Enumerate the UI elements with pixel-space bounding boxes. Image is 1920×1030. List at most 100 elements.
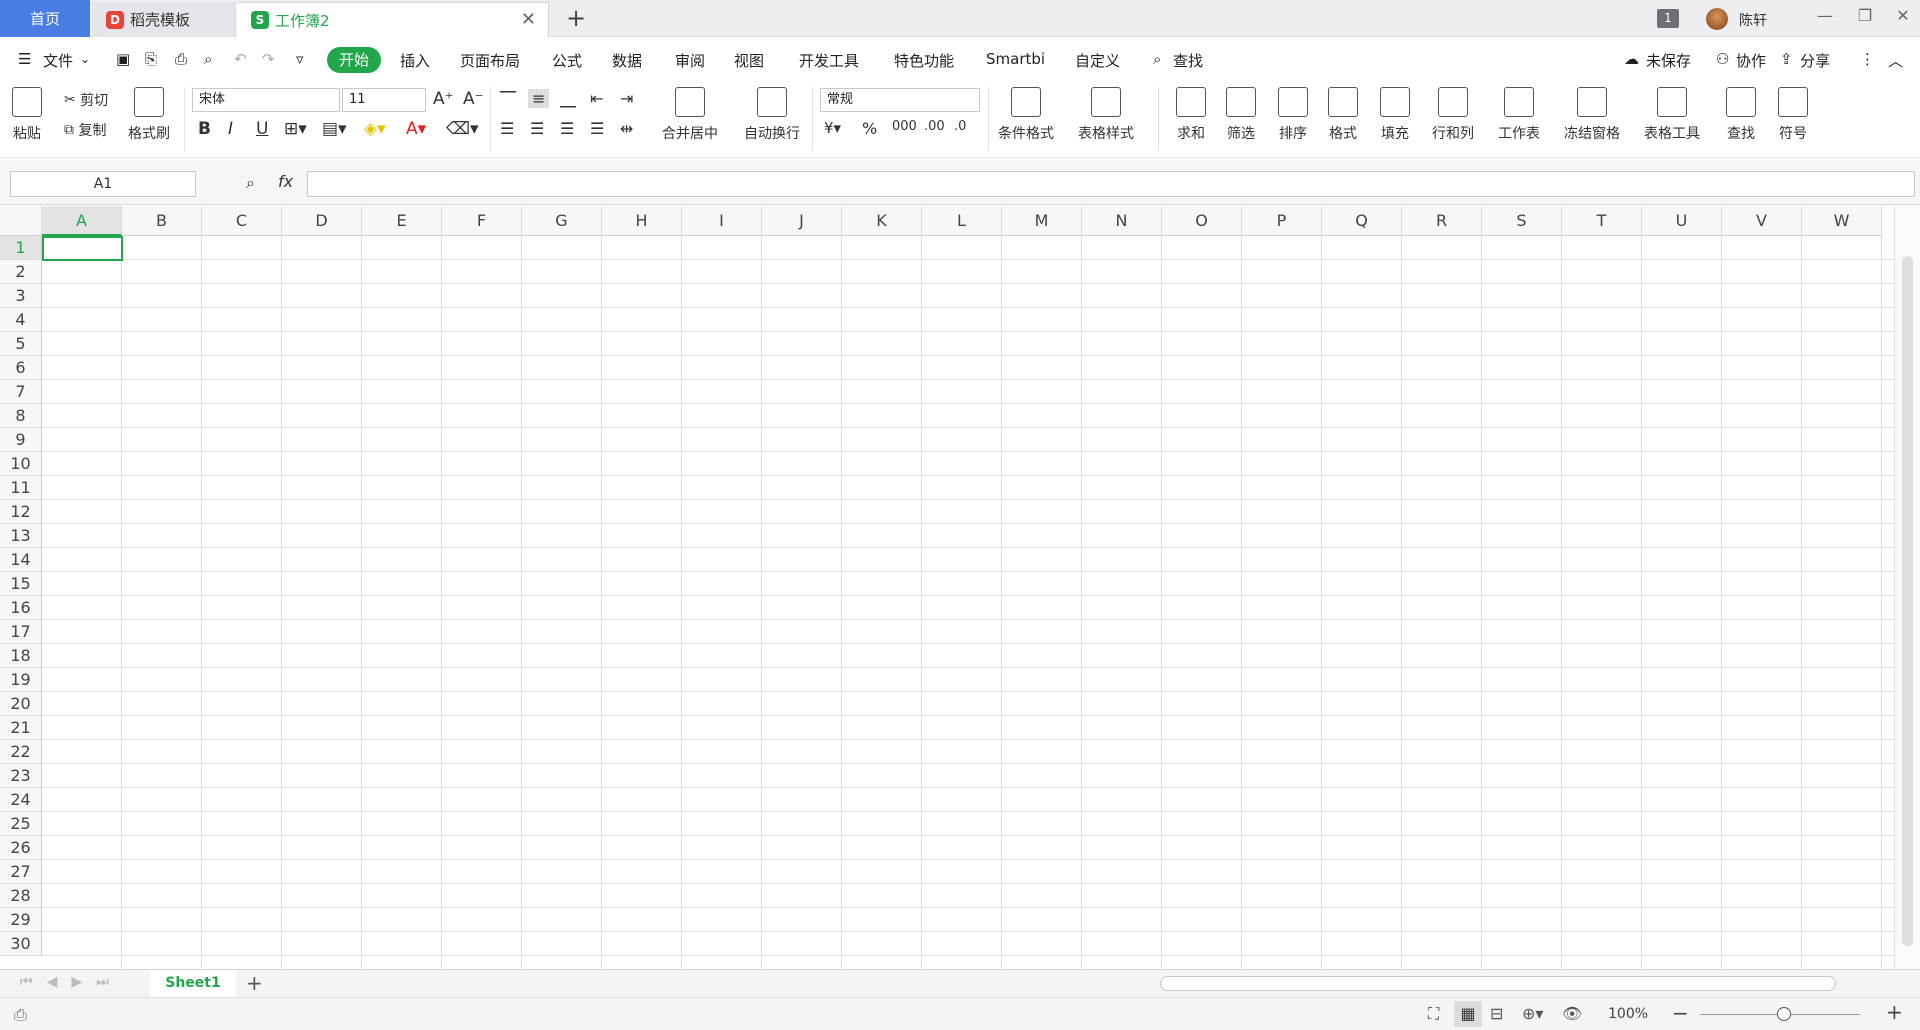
align-left-icon[interactable]: ☰ [500,119,514,138]
new-tab-icon[interactable]: + [566,4,586,32]
copy-button[interactable]: ⧉ 复制 [64,120,106,140]
column-header-u[interactable]: U [1642,206,1722,236]
column-header-b[interactable]: B [122,206,202,236]
zoom-in-icon[interactable]: + [1886,1000,1903,1024]
avatar[interactable] [1706,8,1728,30]
column-header-w[interactable]: W [1802,206,1882,236]
row-col-button[interactable]: 行和列 [1432,87,1474,143]
spreadsheet-grid[interactable]: ABCDEFGHIJKLMNOPQRSTUVW 1 2 3 4 5 6 7 8 9 10 11 12 1… [0,206,1920,969]
vertical-scrollbar[interactable] [1894,206,1920,969]
macro-icon[interactable]: ⎙ [14,1005,27,1025]
row-header-17[interactable]: 17 [0,620,42,644]
column-header-f[interactable]: F [442,206,522,236]
align-top-icon[interactable]: ⎺ [500,89,516,109]
fill-pattern-icon[interactable]: ▤▾ [322,119,347,139]
close-tab-icon[interactable]: ✕ [521,9,536,30]
tab-data[interactable]: 数据 [612,50,642,71]
font-size-select[interactable]: 11 [342,88,426,112]
align-center-icon[interactable]: ☰ [530,119,544,138]
zoom-thumb[interactable] [1777,1007,1791,1021]
row-header-20[interactable]: 20 [0,692,42,716]
tab-page-layout[interactable]: 页面布局 [460,50,520,71]
row-header-16[interactable]: 16 [0,596,42,620]
worksheet-button[interactable]: 工作表 [1498,87,1540,143]
page-layout-icon[interactable]: ⊕▾ [1522,1004,1543,1023]
tab-smartbi[interactable]: Smartbi [986,50,1045,68]
table-style-button[interactable]: 表格样式 [1078,87,1134,143]
row-header-21[interactable]: 21 [0,716,42,740]
merge-center-button[interactable]: 合并居中 [662,87,718,143]
share-button[interactable]: 分享 [1800,50,1830,71]
tab-review[interactable]: 审阅 [675,50,705,71]
fill-color-icon[interactable]: ◈▾ [364,119,386,139]
search-label[interactable]: 查找 [1173,50,1203,71]
zoom-formula-icon[interactable]: ⌕ [246,173,255,193]
find-button[interactable]: 查找 [1726,87,1756,143]
fill-button[interactable]: 填充 [1380,87,1410,143]
row-header-28[interactable]: 28 [0,884,42,908]
active-cell[interactable] [42,236,123,261]
column-header-d[interactable]: D [282,206,362,236]
column-header-o[interactable]: O [1162,206,1242,236]
tab-view[interactable]: 视图 [734,50,764,71]
column-header-e[interactable]: E [362,206,442,236]
distribute-icon[interactable]: ⇹ [620,119,633,138]
tab-formula[interactable]: 公式 [552,50,582,71]
paste-button[interactable]: 粘贴 [12,87,42,143]
column-header-m[interactable]: M [1002,206,1082,236]
column-header-t[interactable]: T [1562,206,1642,236]
redo-icon[interactable]: ↷ [262,50,275,68]
column-header-n[interactable]: N [1082,206,1162,236]
row-header-12[interactable]: 12 [0,500,42,524]
align-right-icon[interactable]: ☰ [560,119,574,138]
menu-icon[interactable]: ☰ [18,50,31,68]
cell-area[interactable] [42,236,1894,969]
tab-custom[interactable]: 自定义 [1075,50,1120,71]
unsaved-status[interactable]: 未保存 [1646,50,1691,71]
row-header-29[interactable]: 29 [0,908,42,932]
bold-icon[interactable]: B [198,119,211,139]
row-header-22[interactable]: 22 [0,740,42,764]
cut-button[interactable]: ✂ 剪切 [64,90,108,110]
scroll-thumb[interactable] [1902,256,1913,946]
row-header-10[interactable]: 10 [0,452,42,476]
row-header-27[interactable]: 27 [0,860,42,884]
row-header-23[interactable]: 23 [0,764,42,788]
eye-protection-icon[interactable]: 👁 [1562,1004,1582,1023]
row-header-6[interactable]: 6 [0,356,42,380]
freeze-panes-button[interactable]: 冻结窗格 [1564,87,1620,143]
restore-icon[interactable]: ❐ [1850,6,1880,25]
font-color-icon[interactable]: A▾ [406,119,426,139]
column-header-v[interactable]: V [1722,206,1802,236]
print-icon[interactable]: ⎙ [175,50,187,68]
row-header-3[interactable]: 3 [0,284,42,308]
export-icon[interactable]: ⎘ [145,50,157,68]
row-header-24[interactable]: 24 [0,788,42,812]
justify-icon[interactable]: ☰ [590,119,604,138]
row-header-18[interactable]: 18 [0,644,42,668]
template-tab[interactable]: D 稻壳模板 [92,2,235,37]
more-icon[interactable]: ⋮ [1860,50,1875,68]
symbol-button[interactable]: 符号 [1778,87,1808,143]
column-header-c[interactable]: C [202,206,282,236]
save-icon[interactable]: ▣ [116,50,130,68]
user-name[interactable]: 陈轩 [1739,10,1767,30]
row-header-9[interactable]: 9 [0,428,42,452]
add-sheet-icon[interactable]: + [246,971,263,995]
column-header-i[interactable]: I [682,206,762,236]
increase-indent-icon[interactable]: ⇥ [620,89,633,108]
workbook-tab[interactable]: S 工作簿2 ✕ [237,2,549,37]
border-icon[interactable]: ⊞▾ [284,119,307,139]
font-family-select[interactable]: 宋体 [192,88,340,112]
collapse-ribbon-icon[interactable]: ︿ [1888,50,1903,71]
print-preview-icon[interactable]: ⌕ [204,50,212,68]
tab-insert[interactable]: 插入 [400,50,430,71]
undo-icon[interactable]: ↶ [234,50,247,68]
close-window-icon[interactable]: ✕ [1888,6,1918,25]
align-middle-icon[interactable]: ≡ [528,89,550,108]
row-header-26[interactable]: 26 [0,836,42,860]
column-header-s[interactable]: S [1482,206,1562,236]
tab-developer[interactable]: 开发工具 [799,50,859,71]
row-header-25[interactable]: 25 [0,812,42,836]
row-header-30[interactable]: 30 [0,932,42,956]
